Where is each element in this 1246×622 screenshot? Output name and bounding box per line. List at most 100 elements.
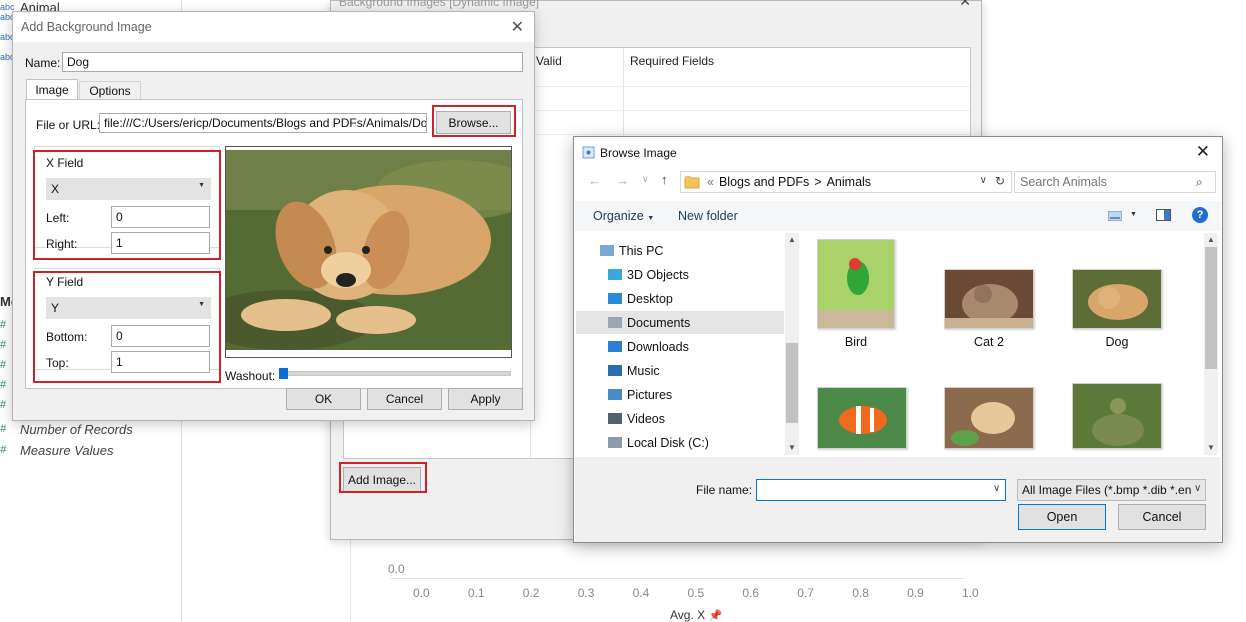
back-icon[interactable]: ←: [588, 173, 601, 188]
help-icon[interactable]: ?: [1192, 207, 1208, 223]
new-folder-button[interactable]: New folder: [678, 209, 738, 223]
tree-item-label: Music: [627, 363, 660, 378]
right-input[interactable]: 1: [111, 232, 210, 254]
tree-item-3d-objects[interactable]: 3D Objects: [576, 263, 784, 286]
tree-item-label: Downloads: [627, 339, 689, 354]
scroll-down-icon[interactable]: ▼: [788, 443, 796, 452]
file-item[interactable]: Dog: [1062, 269, 1172, 349]
scroll-thumb[interactable]: [1205, 247, 1217, 369]
dropdown-arrow-icon: ▼: [647, 215, 655, 222]
field-number-of-records[interactable]: # Number of Records: [0, 420, 133, 438]
column-header-valid[interactable]: Valid: [536, 54, 562, 68]
number-type-icon: #: [0, 423, 7, 435]
y-tick-label: 0.0: [388, 562, 405, 576]
y-field-select[interactable]: Y ▼: [46, 297, 211, 319]
file-url-input[interactable]: file:///C:/Users/ericp/Documents/Blogs a…: [99, 113, 427, 133]
browse-button[interactable]: Browse...: [436, 111, 511, 134]
file-item[interactable]: [807, 387, 917, 455]
chevron-down-icon[interactable]: ∨: [993, 483, 1000, 494]
tree-item-desktop[interactable]: Desktop: [576, 287, 784, 310]
dialog-footer: File name: ∨ All Image Files (*.bmp *.di…: [575, 457, 1221, 542]
image-preview: [225, 146, 512, 358]
forward-icon[interactable]: →: [616, 173, 629, 188]
search-input[interactable]: Search Animals: [1014, 171, 1216, 193]
tree-item-music[interactable]: Music: [576, 359, 784, 382]
up-folder-icon[interactable]: ↑: [661, 172, 668, 187]
dialog-title: Browse Image: [600, 146, 677, 160]
tree-item-documents[interactable]: Documents: [576, 311, 784, 334]
refresh-icon[interactable]: ↻: [995, 174, 1005, 188]
tree-item-disk[interactable]: Local Disk (C:): [576, 431, 784, 454]
breadcrumb-item[interactable]: Animals: [827, 175, 871, 189]
add-image-button[interactable]: Add Image...: [343, 467, 421, 493]
organize-menu[interactable]: Organize ▼: [593, 209, 654, 223]
chevron-down-icon[interactable]: ∨: [980, 175, 987, 186]
bottom-input[interactable]: 0: [111, 325, 210, 347]
preview-pane-icon[interactable]: [1156, 209, 1171, 221]
file-name-input[interactable]: [756, 479, 1006, 501]
dialog-title: Add Background Image: [21, 20, 152, 34]
tree-scrollbar[interactable]: ▲ ▼: [785, 233, 799, 455]
x-field-select[interactable]: X ▼: [46, 178, 211, 200]
chevron-down-icon[interactable]: ∨: [1194, 483, 1201, 494]
close-icon[interactable]: ✕: [1196, 142, 1210, 162]
tree-item-videos[interactable]: Videos: [576, 407, 784, 430]
dropdown-arrow-icon: ▼: [198, 301, 205, 308]
documents-icon: [608, 317, 622, 328]
breadcrumb-overflow-icon[interactable]: «: [707, 175, 714, 189]
file-name-label: File name:: [696, 483, 753, 497]
left-label: Left:: [46, 211, 70, 225]
view-options-icon[interactable]: [1108, 211, 1122, 221]
field-measure-values[interactable]: # Measure Values: [0, 441, 113, 459]
tab-options[interactable]: Options: [79, 81, 141, 99]
desktop-icon: [608, 293, 622, 304]
toolbar: Organize ▼ New folder ▼ ?: [575, 201, 1221, 231]
cancel-button[interactable]: Cancel: [1118, 504, 1206, 530]
x-axis-title: Avg. X 📌: [670, 608, 723, 622]
tree-item-label: This PC: [619, 243, 664, 258]
folder-icon: [684, 176, 700, 189]
file-url-label: File or URL:: [36, 118, 101, 132]
scroll-down-icon[interactable]: ▼: [1207, 443, 1215, 452]
file-item[interactable]: Cat 2: [934, 269, 1044, 349]
washout-slider-thumb[interactable]: [279, 368, 288, 379]
cancel-button[interactable]: Cancel: [367, 388, 442, 410]
address-bar[interactable]: « Blogs and PDFs > Animals ∨ ↻: [680, 171, 1012, 193]
file-thumbnail: [944, 269, 1034, 329]
file-item[interactable]: Bird: [801, 239, 911, 349]
file-type-select[interactable]: All Image Files (*.bmp *.dib *.en: [1017, 479, 1206, 501]
breadcrumb-item[interactable]: Blogs and PDFs: [719, 175, 809, 189]
scroll-thumb[interactable]: [786, 343, 798, 423]
y-field-selected: Y: [51, 301, 60, 315]
file-label: Bird: [844, 335, 868, 349]
dog-preview-image: [226, 150, 511, 350]
tree-item-pictures[interactable]: Pictures: [576, 383, 784, 406]
close-icon[interactable]: ✕: [959, 0, 971, 10]
x-tick-label: 0.6: [742, 586, 760, 600]
washout-slider[interactable]: [279, 371, 511, 376]
view-dropdown-arrow-icon[interactable]: ▼: [1130, 211, 1137, 218]
scroll-up-icon[interactable]: ▲: [788, 235, 796, 244]
open-button[interactable]: Open: [1018, 504, 1106, 530]
file-item[interactable]: [934, 387, 1044, 455]
name-label: Name:: [25, 56, 61, 70]
search-icon[interactable]: ⌕: [1196, 175, 1203, 190]
number-type-icon: #: [0, 444, 7, 456]
name-input[interactable]: Dog: [62, 52, 523, 72]
apply-button[interactable]: Apply: [448, 388, 523, 410]
scroll-up-icon[interactable]: ▲: [1207, 235, 1215, 244]
tree-item-downloads[interactable]: Downloads: [576, 335, 784, 358]
file-item[interactable]: [1062, 383, 1172, 455]
column-header-required-fields[interactable]: Required Fields: [630, 54, 714, 68]
left-input[interactable]: 0: [111, 206, 210, 228]
close-icon[interactable]: ✕: [511, 17, 524, 37]
tab-image[interactable]: Image: [26, 79, 78, 99]
file-list-scrollbar[interactable]: ▲ ▼: [1204, 233, 1218, 455]
bottom-label: Bottom:: [46, 330, 88, 344]
ok-button[interactable]: OK: [286, 388, 361, 410]
pc-icon: [600, 245, 614, 256]
tree-item-pc[interactable]: This PC: [576, 239, 784, 262]
top-input[interactable]: 1: [111, 351, 210, 373]
recent-locations-icon[interactable]: ∨: [642, 174, 649, 185]
x-tick-label: 0.1: [467, 586, 485, 600]
